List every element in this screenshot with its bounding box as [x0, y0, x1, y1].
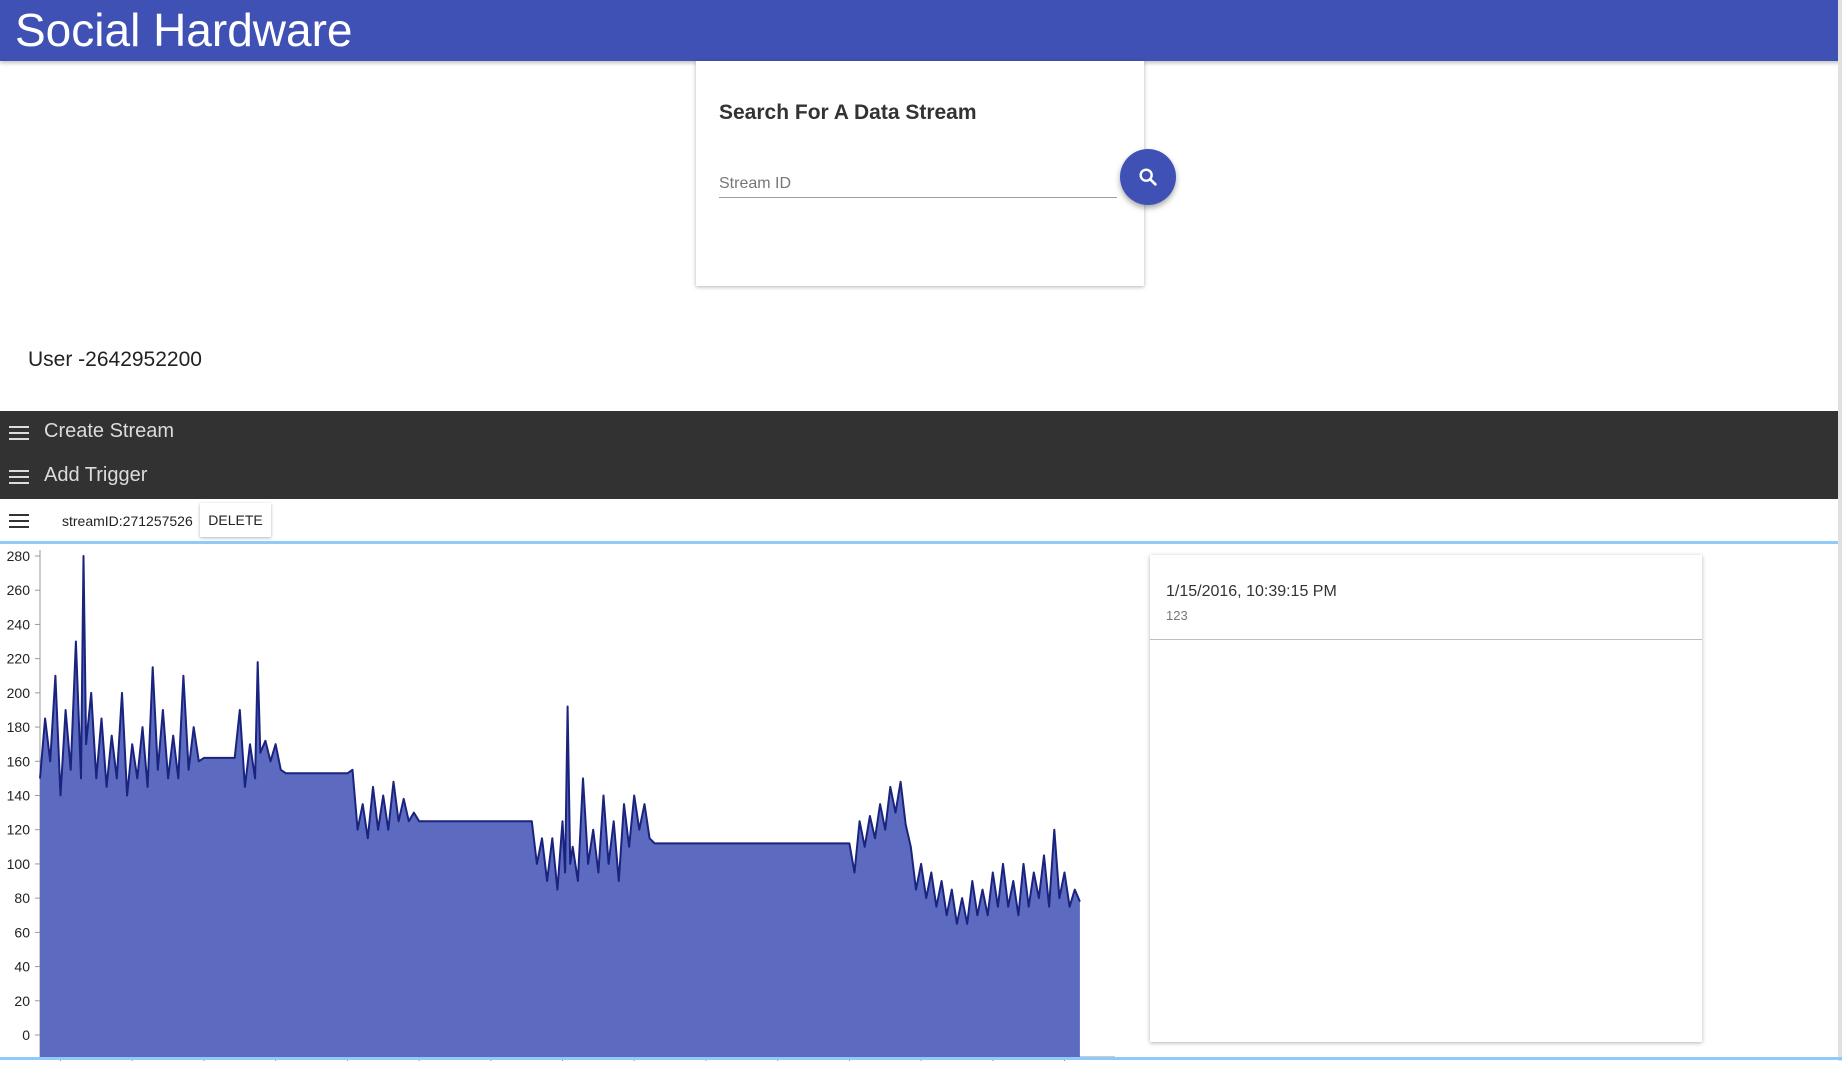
data-point-timestamp: 1/15/2016, 10:39:15 PM: [1166, 583, 1337, 600]
data-point-item[interactable]: 1/15/2016, 10:39:15 PM 123: [1150, 555, 1702, 640]
data-point-card: 1/15/2016, 10:39:15 PM 123: [1150, 555, 1702, 1042]
menu-icon: [9, 470, 29, 484]
y-tick-label: 200: [7, 685, 31, 701]
y-tick-label: 180: [7, 719, 31, 735]
y-tick-label: 60: [14, 924, 30, 940]
search-heading: Search For A Data Stream: [719, 101, 977, 124]
y-tick-label: 140: [7, 788, 31, 804]
y-tick-label: 280: [7, 548, 31, 564]
y-tick-label: 240: [7, 616, 31, 632]
stream-id-input[interactable]: [719, 171, 1117, 198]
user-label: User -2642952200: [28, 348, 202, 371]
search-icon: [1139, 168, 1157, 186]
dark-menu: Create Stream Add Trigger: [0, 411, 1842, 499]
app-title: Social Hardware: [15, 4, 353, 56]
stream-toolbar: streamID:271257526 DELETE: [0, 499, 1842, 544]
stream-id-label: streamID:271257526: [62, 513, 193, 529]
menu-icon: [9, 426, 29, 440]
data-point-value: 123: [1166, 608, 1188, 623]
y-tick-label: 0: [22, 1027, 30, 1043]
search-card: Search For A Data Stream: [696, 61, 1144, 286]
y-tick-label: 160: [7, 753, 31, 769]
area-chart[interactable]: 020406080100120140160180200220240260280 …: [0, 544, 1120, 1066]
scrollbar[interactable]: [1838, 0, 1842, 1061]
y-tick-label: 100: [7, 856, 31, 872]
y-tick-label: 40: [14, 959, 30, 975]
delete-button[interactable]: DELETE: [200, 503, 271, 537]
area-series-fill: [40, 556, 1080, 1057]
menu-icon[interactable]: [9, 514, 29, 528]
search-button[interactable]: [1120, 149, 1176, 205]
y-axis: 0 20 40 60 80 100 120 140 160 180 200 220 240 260 280: [7, 548, 41, 1057]
app-bar: Social Hardware: [0, 0, 1842, 61]
bottom-divider: [0, 1057, 1842, 1060]
add-trigger-label: Add Trigger: [44, 464, 148, 486]
y-tick-label: 120: [7, 822, 31, 838]
create-stream-item[interactable]: Create Stream: [0, 411, 400, 455]
y-tick-label: 260: [7, 582, 31, 598]
stream-chart[interactable]: 0 20 40 60 80 100 120 140 160 180 200 220 240 260 280 …: [0, 544, 1120, 1066]
create-stream-label: Create Stream: [44, 420, 175, 442]
y-tick-label: 20: [14, 993, 30, 1009]
y-tick-label: 220: [7, 651, 31, 667]
y-tick-label: 80: [14, 890, 30, 906]
add-trigger-item[interactable]: Add Trigger: [0, 455, 400, 499]
